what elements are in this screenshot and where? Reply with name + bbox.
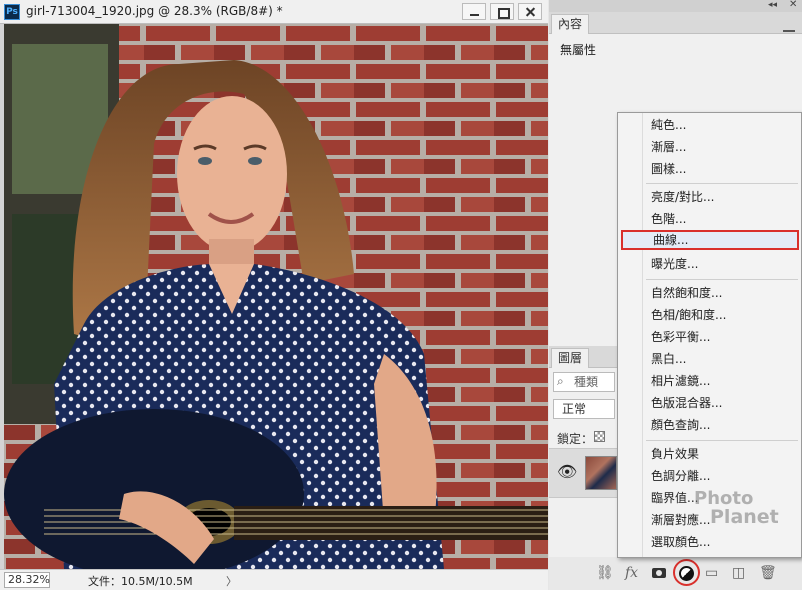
menu-item-invert[interactable]: 負片效果	[651, 444, 799, 464]
fx-icon[interactable]: fx	[625, 565, 638, 581]
dock-header: ◂◂ ✕	[549, 0, 802, 12]
menu-item-solid-color[interactable]: 純色...	[651, 115, 799, 135]
menu-item-vibrance[interactable]: 自然飽和度...	[651, 283, 799, 303]
menu-item-pattern[interactable]: 圖樣...	[651, 159, 799, 179]
image-canvas[interactable]	[4, 24, 548, 569]
blend-mode-select[interactable]: 正常	[553, 399, 615, 419]
menu-gutter	[642, 113, 643, 557]
properties-tabbar: 內容	[549, 12, 802, 39]
menu-item-levels[interactable]: 色階...	[651, 209, 799, 229]
menu-item-curves[interactable]: 曲線...	[621, 230, 799, 250]
new-layer-icon[interactable]: ◫	[732, 565, 745, 581]
layers-footer-toolbar: ⛓ fx ▭ ◫ 🗑	[549, 557, 802, 590]
menu-item-brightness-contrast[interactable]: 亮度/對比...	[651, 187, 799, 207]
close-panel-icon[interactable]: ✕	[789, 0, 797, 10]
menu-item-black-white[interactable]: 黑白...	[651, 349, 799, 369]
trash-icon[interactable]: 🗑	[759, 565, 777, 581]
collapse-panels-icon[interactable]: ◂◂	[768, 0, 777, 10]
add-mask-icon[interactable]	[652, 568, 666, 578]
menu-item-color-lookup[interactable]: 顏色查詢...	[651, 415, 799, 435]
menu-item-selective-color[interactable]: 選取顏色...	[651, 532, 799, 552]
menu-divider	[646, 183, 798, 184]
file-size-info: 文件：10.5M/10.5M	[88, 575, 193, 588]
tab-properties[interactable]: 內容	[551, 14, 589, 34]
lock-transparent-pixels-icon[interactable]	[594, 431, 605, 442]
close-button[interactable]	[518, 3, 542, 20]
zoom-level-field[interactable]: 28.32%	[4, 572, 50, 588]
photoplanet-watermark-logo: Photo Planet	[694, 490, 779, 528]
menu-item-hue-saturation[interactable]: 色相/飽和度...	[651, 305, 799, 325]
menu-item-channel-mixer[interactable]: 色版混合器...	[651, 393, 799, 413]
photoshop-logo-icon: Ps	[4, 4, 20, 20]
menu-item-photo-filter[interactable]: 相片濾鏡...	[651, 371, 799, 391]
visibility-eye-icon[interactable]: 👁	[557, 462, 577, 481]
minimize-button[interactable]	[462, 3, 486, 20]
no-properties-text: 無屬性	[560, 43, 597, 57]
document-statusbar: 28.32% 文件：10.5M/10.5M 〉	[0, 569, 548, 590]
tab-layers[interactable]: 圖層	[551, 348, 589, 368]
menu-divider	[646, 440, 798, 441]
menu-item-color-balance[interactable]: 色彩平衡...	[651, 327, 799, 347]
maximize-button[interactable]	[490, 3, 514, 20]
document-window: Ps girl-713004_1920.jpg @ 28.3% (RGB/8#)…	[0, 0, 548, 590]
menu-divider	[646, 279, 798, 280]
layer-thumbnail	[585, 456, 617, 490]
menu-item-posterize[interactable]: 色調分離...	[651, 466, 799, 486]
lock-label: 鎖定：	[557, 432, 594, 446]
search-icon: ⌕	[557, 374, 564, 388]
link-layers-icon[interactable]: ⛓	[596, 565, 614, 581]
new-group-folder-icon[interactable]: ▭	[705, 565, 718, 581]
menu-item-exposure[interactable]: 曝光度...	[651, 254, 799, 274]
document-title: girl-713004_1920.jpg @ 28.3% (RGB/8#) *	[26, 4, 283, 18]
watermark-line2: Planet	[710, 506, 779, 528]
document-titlebar[interactable]: Ps girl-713004_1920.jpg @ 28.3% (RGB/8#)…	[0, 0, 548, 24]
status-menu-arrow-icon[interactable]: 〉	[226, 573, 237, 589]
photo-girl-with-guitar	[4, 24, 548, 569]
menu-item-gradient[interactable]: 漸層...	[651, 137, 799, 157]
adjustment-layer-icon[interactable]	[679, 566, 694, 581]
